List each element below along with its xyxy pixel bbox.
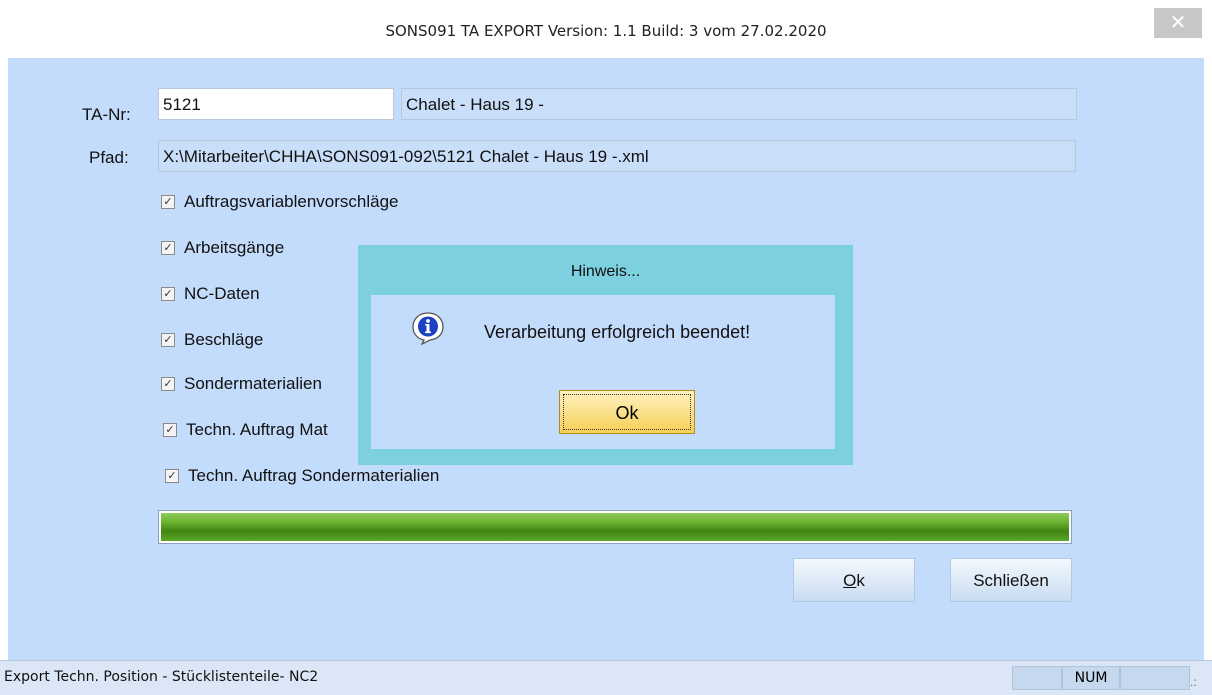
pfad-label: Pfad: (89, 148, 129, 167)
checkbox[interactable]: ✓ (161, 241, 175, 255)
title-bar[interactable]: SONS091 TA EXPORT Version: 1.1 Build: 3 … (0, 0, 1212, 58)
status-text: Export Techn. Position - Stücklistenteil… (4, 669, 319, 685)
ok-accelerator: O (843, 571, 857, 590)
option-beschlaege[interactable]: ✓ Beschläge (161, 330, 263, 350)
dialog-message: Verarbeitung erfolgreich beendet! (484, 322, 751, 342)
num-lock-indicator: NUM (1062, 666, 1120, 690)
option-techn-auftrag-sondermaterialien[interactable]: ✓ Techn. Auftrag Sondermaterialien (165, 466, 439, 486)
ok-button[interactable]: Ok (793, 558, 915, 602)
option-sondermaterialien[interactable]: ✓ Sondermaterialien (161, 374, 322, 394)
main-window: SONS091 TA EXPORT Version: 1.1 Build: 3 … (0, 0, 1212, 695)
checkbox[interactable]: ✓ (165, 469, 179, 483)
info-icon (412, 312, 444, 345)
option-auftragsvariablen[interactable]: ✓ Auftragsvariablenvorschläge (161, 192, 399, 212)
close-window-button[interactable]: ✕ (1154, 8, 1202, 38)
option-nc-daten[interactable]: ✓ NC-Daten (161, 284, 260, 304)
option-label: NC-Daten (184, 284, 260, 303)
path-field: X:\Mitarbeiter\CHHA\SONS091-092\5121 Cha… (158, 140, 1076, 172)
checkbox[interactable]: ✓ (161, 287, 175, 301)
ok-label-rest: k (856, 571, 865, 590)
status-pane-empty (1012, 666, 1062, 690)
dialog-body: Verarbeitung erfolgreich beendet! Ok (371, 295, 835, 449)
option-label: Sondermaterialien (184, 374, 322, 393)
hinweis-dialog: Hinweis... Verarbeitung erfolgreich been… (358, 245, 853, 465)
checkbox[interactable]: ✓ (161, 377, 175, 391)
option-label: Techn. Auftrag Sondermaterialien (188, 466, 440, 485)
dialog-ok-button[interactable]: Ok (559, 390, 695, 434)
option-label: Techn. Auftrag Mat (186, 420, 328, 439)
option-arbeitsgaenge[interactable]: ✓ Arbeitsgänge (161, 238, 284, 258)
option-label: Beschläge (184, 330, 264, 349)
option-label: Auftragsvariablenvorschläge (184, 192, 399, 211)
checkbox[interactable]: ✓ (163, 423, 177, 437)
dialog-ok-label: Ok (563, 394, 691, 430)
dialog-title: Hinweis... (570, 263, 641, 280)
window-title: SONS091 TA EXPORT Version: 1.1 Build: 3 … (385, 22, 827, 40)
progress-bar (158, 510, 1072, 544)
checkbox[interactable]: ✓ (161, 195, 175, 209)
schliessen-button[interactable]: Schließen (950, 558, 1072, 602)
resize-grip-icon[interactable]: .: (1190, 675, 1197, 689)
option-label: Arbeitsgänge (184, 238, 285, 257)
status-bar: Export Techn. Position - Stücklistenteil… (0, 660, 1212, 695)
progress-fill (161, 513, 1069, 541)
ta-name-field: Chalet - Haus 19 - (401, 88, 1077, 120)
ta-nr-input[interactable]: 5121 (158, 88, 394, 120)
option-techn-auftrag-mat[interactable]: ✓ Techn. Auftrag Mat (163, 420, 328, 440)
checkbox[interactable]: ✓ (161, 333, 175, 347)
status-pane-blank (1120, 666, 1190, 690)
ta-nr-label: TA-Nr: (82, 105, 131, 124)
